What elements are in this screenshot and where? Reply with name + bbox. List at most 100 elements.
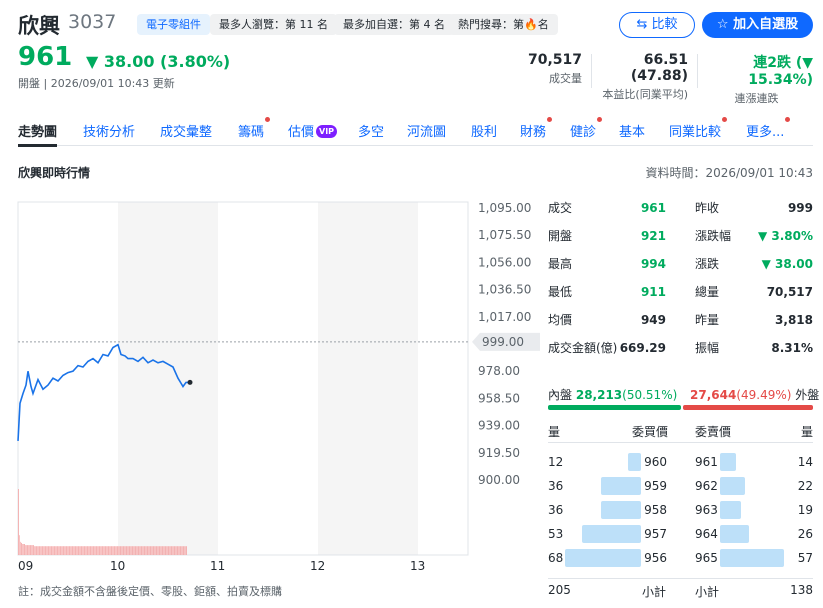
update-status: 開盤 | 2026/09/01 10:43 更新 [18,77,175,90]
x-tick-label: 11 [210,559,225,573]
left-label: 成交 [548,201,573,215]
hot-search-prefix: 熱門搜尋：第 [458,18,524,31]
tab-trend[interactable]: 走勢圖 [18,121,58,147]
bid-depth-bar [565,549,641,567]
bid-qty: 12 [548,455,564,469]
bid-price[interactable]: 959 [644,474,667,498]
volume-bar [119,546,120,555]
volume-bar [26,545,27,555]
stat-pe-label: 本益比(同業平均) [602,88,688,101]
tab-technical[interactable]: 技術分析 [83,121,135,140]
outer-pct: (49.49%) [736,388,792,402]
inner-bar [548,405,681,410]
bid-price[interactable]: 957 [644,522,667,546]
volume-bar [168,546,169,555]
volume-bar [93,546,94,555]
ask-price[interactable]: 963 [695,498,718,522]
ask-qty: 22 [797,479,813,493]
stat-streak-value: 連2跌 (▼ 15.34%) [748,55,813,88]
volume-bar [57,546,58,555]
compare-button[interactable]: ⇆ 比較 [619,12,695,38]
left-row: 成交金額(億) 669.29 [548,336,666,360]
volume-bar [36,546,37,555]
volume-bar [73,546,74,555]
volume-bar [156,546,157,555]
ask-price[interactable]: 961 [695,450,718,474]
industry-badge[interactable]: 電子零組件 [137,14,210,35]
tab-label: 同業比較 [669,125,722,140]
volume-bar [84,546,85,555]
tab-health[interactable]: 健診 [570,117,603,140]
most-added-badge[interactable]: 最多加自選：第 4 名 [334,14,454,35]
bid-price[interactable]: 956 [644,546,667,570]
volume-bar [182,546,183,555]
ask-price[interactable]: 964 [695,522,718,546]
volume-bar [124,546,125,555]
volume-bar [65,546,66,555]
volume-bar [176,546,177,555]
tab-valuation[interactable]: 估價 VIP [288,121,338,140]
volume-bar [160,546,161,555]
volume-bar [132,546,133,555]
left-row: 均價 949 [548,308,666,332]
tab-peer-compare[interactable]: 同業比較 [669,117,728,140]
volume-bar [60,546,61,555]
intraday-chart[interactable]: 1,095.00 1,075.50 1,056.00 1,036.50 1,017.00… [17,200,540,573]
most-viewed-badge[interactable]: 最多人瀏覽：第 11 名 [210,14,337,35]
volume-bar [177,546,178,555]
volume-bar [162,546,163,555]
volume-bar [66,546,67,555]
volume-bar [149,546,150,555]
volume-bar [88,546,89,555]
tab-basic[interactable]: 基本 [619,121,645,140]
volume-bar [171,546,172,555]
volume-bar [147,546,148,555]
hot-search-badge[interactable]: 熱門搜尋：第🔥名 [449,14,558,35]
volume-bar [111,546,112,555]
volume-bar [161,546,162,555]
add-watchlist-button[interactable]: ☆ 加入自選股 [702,12,813,38]
volume-bar [118,546,119,555]
tab-financial[interactable]: 財務 [520,117,553,140]
volume-bar [173,546,174,555]
volume-bar [59,546,60,555]
volume-bar [183,546,184,555]
left-value: 921 [640,229,666,243]
data-time: 資料時間：2026/09/01 10:43 [645,166,813,180]
tab-trade-summary[interactable]: 成交彙整 [160,121,212,140]
left-value: 669.29 [619,341,666,355]
volume-bar [27,545,28,555]
volume-bar [99,546,100,555]
volume-bar [44,546,45,555]
ask-price[interactable]: 962 [695,474,718,498]
notification-dot [265,117,271,122]
volume-bar [107,546,108,555]
ask-price[interactable]: 965 [695,546,718,570]
volume-bar [152,546,153,555]
notification-dot [785,117,791,122]
volume-bar [106,546,107,555]
bid-price[interactable]: 960 [644,450,667,474]
tab-more[interactable]: 更多... [746,117,791,140]
tab-label: 更多... [746,125,785,140]
left-value: 911 [640,285,666,299]
volume-bar [58,546,59,555]
volume-bar [145,546,146,555]
volume-bar [180,546,181,555]
tab-chips[interactable]: 籌碼 [238,117,271,140]
volume-bar [55,546,56,555]
star-icon: ☆ [716,17,734,32]
left-row: 最高 994 [548,252,666,276]
volume-bar [112,546,113,555]
tab-long-short[interactable]: 多空 [358,121,384,140]
tab-dividend[interactable]: 股利 [471,121,497,140]
volume-bar [68,546,69,555]
inner-label: 內盤 [548,388,573,402]
tab-river-chart[interactable]: 河流圖 [407,121,446,140]
bid-qty: 53 [548,527,564,541]
right-label: 漲跌 [695,257,720,271]
volume-bar [86,546,87,555]
volume-bar [110,546,111,555]
volume-bar [56,546,57,555]
bid-price[interactable]: 958 [644,498,667,522]
